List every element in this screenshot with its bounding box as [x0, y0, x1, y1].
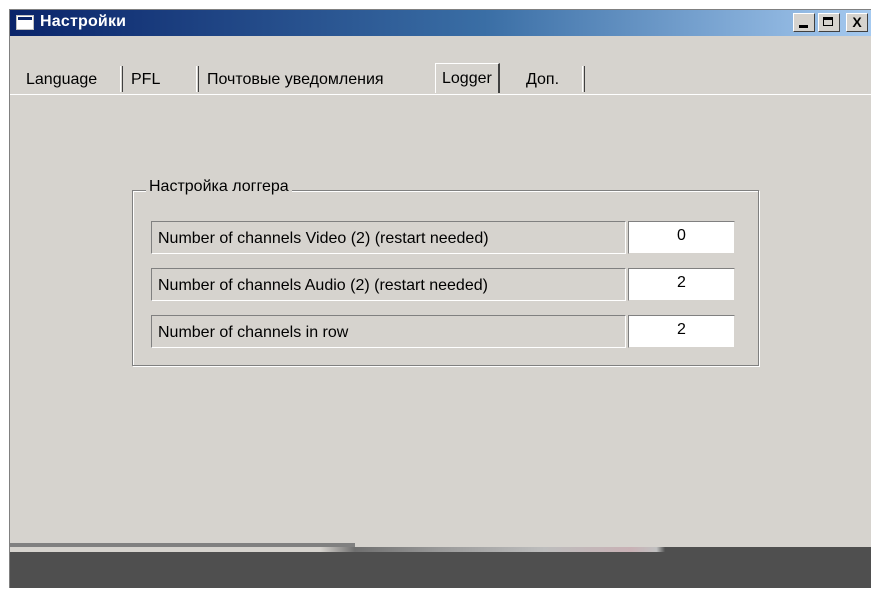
maximize-button[interactable]	[818, 13, 840, 32]
channels-in-row-input[interactable]: 2	[628, 315, 735, 348]
tab-logger[interactable]: Logger	[435, 63, 500, 93]
tab-baseline	[10, 94, 871, 95]
minimize-button[interactable]	[793, 13, 815, 32]
close-button[interactable]: X	[846, 13, 868, 32]
close-icon: X	[852, 14, 862, 30]
audio-channels-label: Number of channels Audio (2) (restart ne…	[151, 268, 626, 301]
maximize-icon	[823, 17, 833, 26]
video-channels-label: Number of channels Video (2) (restart ne…	[151, 221, 626, 254]
group-title: Настройка логгера	[146, 178, 292, 196]
tab-extra[interactable]: Доп.	[520, 66, 565, 94]
settings-window: Настройки X Language PFL Почтовые уведом…	[9, 9, 871, 588]
tab-strip: Language PFL Почтовые уведомления Logger…	[10, 36, 871, 96]
tab-mail-notifications[interactable]: Почтовые уведомления	[201, 66, 390, 94]
tab-separator	[196, 66, 199, 92]
tab-separator	[582, 66, 585, 92]
app-window-icon	[16, 15, 34, 30]
tab-language[interactable]: Language	[20, 66, 103, 94]
tab-pfl[interactable]: PFL	[125, 66, 166, 94]
window-title: Настройки	[40, 13, 127, 30]
title-bar[interactable]: Настройки X	[10, 10, 871, 36]
bottom-dark-region	[10, 552, 871, 588]
channels-in-row-label: Number of channels in row	[151, 315, 626, 348]
tab-separator	[120, 66, 123, 92]
minimize-icon	[799, 25, 808, 28]
video-channels-input[interactable]: 0	[628, 221, 735, 254]
audio-channels-input[interactable]: 2	[628, 268, 735, 301]
